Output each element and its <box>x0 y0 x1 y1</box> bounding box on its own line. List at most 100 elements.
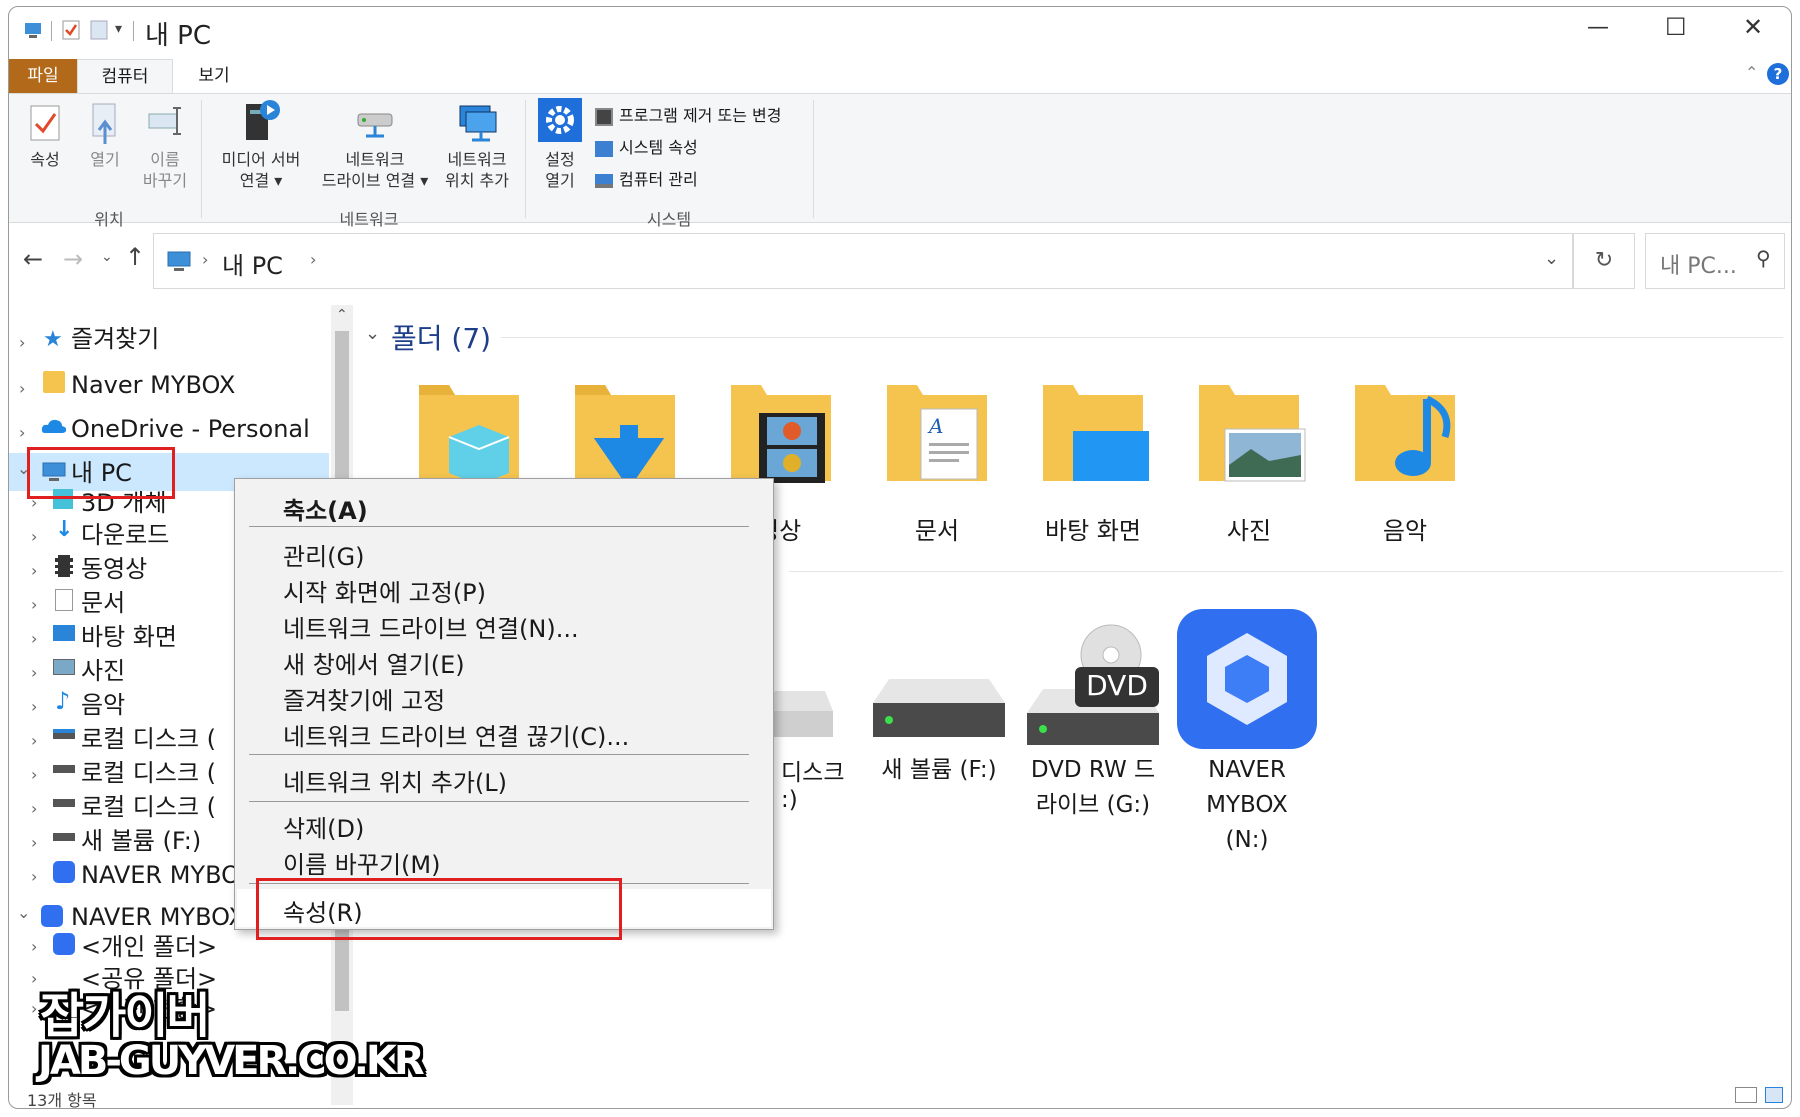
folders-section-header[interactable]: 폴더 (7) <box>391 317 491 357</box>
drive-n[interactable] <box>1175 607 1319 751</box>
open-settings-button[interactable]: 설정 열기 <box>529 96 591 191</box>
nav-item-local-disk-e[interactable]: 로컬 디스크 ( <box>81 791 216 823</box>
menu-item-rename[interactable]: 이름 바꾸기(M) <box>283 845 440 880</box>
minimize-button[interactable]: — <box>1587 15 1609 40</box>
expand-chevron-icon[interactable]: › <box>31 799 37 818</box>
maximize-button[interactable]: ☐ <box>1665 13 1687 41</box>
tab-computer[interactable]: 컴퓨터 <box>77 59 173 93</box>
menu-item-delete[interactable]: 삭제(D) <box>283 809 364 844</box>
drive-f[interactable] <box>869 667 1009 747</box>
nav-item-music[interactable]: 음악 <box>81 689 125 721</box>
folder-documents[interactable]: A <box>877 377 997 487</box>
folder-music[interactable] <box>1345 377 1465 487</box>
drive-g[interactable]: DVD <box>1023 621 1163 751</box>
folder-desktop[interactable] <box>1033 377 1153 487</box>
menu-item-disconnect-network-drive[interactable]: 네트워크 드라이브 연결 끊기(C)... <box>283 717 629 752</box>
expand-chevron-icon[interactable]: › <box>31 937 37 956</box>
folder-3d-objects[interactable] <box>409 377 529 487</box>
folder-desktop-label: 바탕 화면 <box>1045 517 1141 545</box>
computer-management-item[interactable]: 컴퓨터 관리 <box>595 166 698 190</box>
quick-access-properties-icon[interactable] <box>61 19 81 41</box>
nav-item-local-disk-d[interactable]: 로컬 디스크 ( <box>81 757 216 789</box>
expand-chevron-icon[interactable]: › <box>19 379 25 398</box>
details-view-icon[interactable] <box>1735 1087 1757 1103</box>
properties-label: 속성 <box>30 150 60 169</box>
folder-videos-icon <box>731 385 831 483</box>
expand-chevron-icon[interactable]: › <box>31 867 37 886</box>
expand-chevron-icon[interactable]: › <box>31 731 37 750</box>
forward-button[interactable]: → <box>63 245 83 273</box>
address-bar[interactable]: › 내 PC › ⌄ <box>153 233 1573 289</box>
drive-e-icon[interactable] <box>765 671 835 741</box>
large-icons-view-icon[interactable] <box>1765 1087 1783 1103</box>
folder-downloads-icon <box>575 385 675 489</box>
refresh-button[interactable]: ↻ <box>1573 233 1635 289</box>
folders-section-chevron-icon[interactable]: ⌄ <box>365 323 380 344</box>
personal-folder-icon <box>53 933 75 955</box>
add-network-location-button[interactable]: 네트워크 위치 추가 <box>435 96 519 191</box>
tab-view[interactable]: 보기 <box>179 59 249 93</box>
nav-item-quick-access[interactable]: 즐겨찾기 <box>71 323 159 355</box>
nav-item-documents[interactable]: 문서 <box>81 587 125 619</box>
expand-chevron-icon[interactable]: › <box>19 333 25 352</box>
search-box[interactable]: 내 PC... ⚲ <box>1645 233 1785 289</box>
expand-chevron-icon[interactable]: › <box>31 561 37 580</box>
nav-item-pictures[interactable]: 사진 <box>81 655 125 687</box>
nav-item-desktop[interactable]: 바탕 화면 <box>81 621 177 653</box>
expand-chevron-icon[interactable]: › <box>31 969 37 988</box>
nav-item-naver-mybox-drive[interactable]: NAVER MYBO <box>81 859 240 891</box>
menu-item-map-network-drive[interactable]: 네트워크 드라이브 연결(N)... <box>283 609 579 644</box>
nav-item-new-volume-f[interactable]: 새 볼륨 (F:) <box>81 825 201 857</box>
menu-item-manage[interactable]: 관리(G) <box>283 537 364 572</box>
recent-locations-icon[interactable]: ⌄ <box>101 249 113 265</box>
expand-chevron-icon[interactable]: › <box>31 999 37 1018</box>
quick-access-newfolder-icon[interactable] <box>89 19 109 41</box>
tab-file[interactable]: 파일 <box>9 59 77 93</box>
search-placeholder: 내 PC... <box>1660 254 1737 279</box>
ribbon-collapse-icon[interactable]: ⌃ <box>1745 63 1758 82</box>
nav-item-naver-mybox-network[interactable]: NAVER MYBOX <box>71 901 245 933</box>
help-icon[interactable]: ? <box>1767 63 1789 85</box>
menu-item-open-new-window[interactable]: 새 창에서 열기(E) <box>283 645 465 680</box>
close-button[interactable]: ✕ <box>1743 13 1763 41</box>
nav-item-naver-mybox[interactable]: Naver MYBOX <box>71 369 235 401</box>
nav-item-local-disk-c[interactable]: 로컬 디스크 ( <box>81 723 216 755</box>
system-properties-item[interactable]: 시스템 속성 <box>595 134 698 158</box>
expand-chevron-icon[interactable]: › <box>31 527 37 546</box>
expand-chevron-icon[interactable]: › <box>31 765 37 784</box>
map-network-drive-button[interactable]: 네트워크 드라이브 연결 ▾ <box>311 96 439 191</box>
expand-chevron-icon[interactable]: › <box>31 595 37 614</box>
scroll-up-icon[interactable]: ⌃ <box>336 307 348 323</box>
nav-item-onedrive[interactable]: OneDrive - Personal <box>71 413 310 445</box>
menu-item-pin-to-start[interactable]: 시작 화면에 고정(P) <box>283 573 486 608</box>
breadcrumb-this-pc[interactable]: 내 PC <box>222 246 283 281</box>
nav-item-videos[interactable]: 동영상 <box>81 553 147 585</box>
media-server-button[interactable]: 미디어 서버 연결 ▾ <box>209 96 313 191</box>
expand-chevron-icon[interactable]: › <box>19 423 25 442</box>
folder-videos[interactable] <box>721 377 841 487</box>
menu-item-collapse[interactable]: 축소(A) <box>283 491 368 526</box>
nav-item-personal-folder[interactable]: <개인 폴더> <box>81 931 217 963</box>
nav-item-downloads[interactable]: 다운로드 <box>81 519 169 551</box>
up-button[interactable]: ↑ <box>125 243 145 271</box>
menu-item-pin-to-quick-access[interactable]: 즐겨찾기에 고정 <box>283 681 445 716</box>
menu-item-add-network-location[interactable]: 네트워크 위치 추가(L) <box>283 763 507 798</box>
expand-chevron-icon[interactable]: › <box>31 629 37 648</box>
open-button[interactable]: 열기 <box>77 100 133 170</box>
expand-chevron-icon[interactable]: › <box>31 697 37 716</box>
expand-chevron-icon[interactable]: › <box>31 833 37 852</box>
quick-access-computer-icon[interactable] <box>23 19 45 41</box>
open-icon <box>92 103 116 144</box>
ribbon: 속성 열기 이름 바꾸기 위치 미디어 서버 연결 ▾ 네트워크 드라이브 연결… <box>9 93 1791 229</box>
folder-downloads[interactable] <box>565 377 685 489</box>
uninstall-programs-item[interactable]: 프로그램 제거 또는 변경 <box>595 102 781 126</box>
quick-access-dropdown-icon[interactable]: ▾ <box>115 21 122 37</box>
folder-pictures[interactable] <box>1189 377 1309 487</box>
collapse-chevron-icon[interactable]: ⌄ <box>17 903 30 922</box>
expand-chevron-icon[interactable]: › <box>31 663 37 682</box>
back-button[interactable]: ← <box>23 245 43 273</box>
address-dropdown-icon[interactable]: ⌄ <box>1544 248 1559 269</box>
document-icon <box>55 589 73 611</box>
properties-button[interactable]: 속성 <box>17 100 73 170</box>
rename-button[interactable]: 이름 바꾸기 <box>133 100 197 191</box>
